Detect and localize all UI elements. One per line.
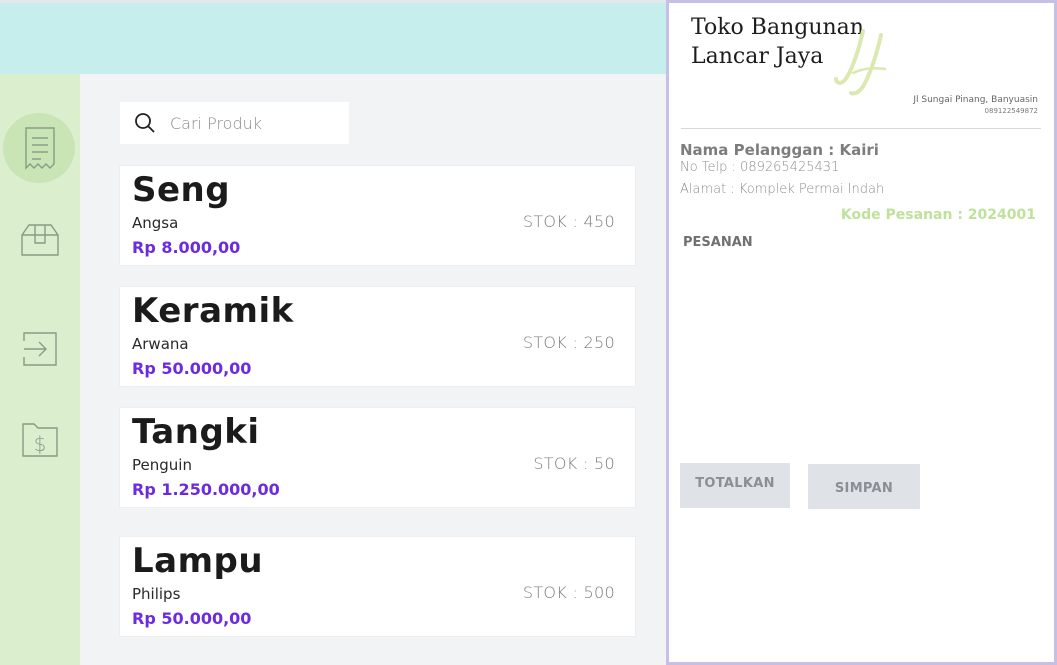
product-name: Lampu: [132, 541, 264, 581]
product-card-keramik[interactable]: Keramik Arwana Rp 50.000,00 STOK : 250: [119, 286, 636, 387]
login-icon: [23, 332, 57, 366]
product-name: Tangki: [132, 412, 260, 452]
product-stock: STOK : 500: [522, 583, 615, 602]
search-icon: [135, 113, 155, 133]
customer-phone: No Telp : 089265425431: [680, 160, 840, 175]
money-folder-icon: $: [22, 423, 58, 457]
customer-address: Alamat : Komplek Permai Indah: [680, 182, 885, 197]
product-stock: STOK : 250: [522, 333, 615, 352]
customer-name: Nama Pelanggan : Kairi: [680, 141, 879, 159]
box-icon: [21, 224, 59, 256]
product-brand: Arwana: [132, 335, 189, 353]
store-phone: 089122549872: [984, 107, 1038, 115]
product-price: Rp 1.250.000,00: [132, 480, 280, 499]
totalkan-button[interactable]: TOTALKAN: [680, 463, 790, 508]
nav-item-products[interactable]: [0, 204, 80, 276]
product-brand: Philips: [132, 585, 181, 603]
order-heading: PESANAN: [683, 235, 753, 250]
search-input[interactable]: [170, 113, 350, 133]
store-address: Jl Sungai Pinang, Banyuasin 089122549872: [913, 95, 1038, 117]
receipt-icon: [25, 127, 55, 170]
product-price: Rp 50.000,00: [132, 359, 252, 378]
product-brand: Angsa: [132, 214, 179, 232]
product-stock: STOK : 50: [533, 454, 615, 473]
product-price: Rp 8.000,00: [132, 238, 241, 257]
search-bar[interactable]: [120, 102, 350, 144]
product-card-lampu[interactable]: Lampu Philips Rp 50.000,00 STOK : 500: [119, 536, 636, 637]
store-address-text: Jl Sungai Pinang, Banyuasin: [913, 95, 1038, 105]
product-stock: STOK : 450: [522, 212, 615, 231]
receipt-divider: [681, 128, 1041, 129]
product-name: Seng: [132, 170, 231, 210]
sidebar: $: [0, 74, 80, 665]
product-card-seng[interactable]: Seng Angsa Rp 8.000,00 STOK : 450: [119, 165, 636, 266]
simpan-button[interactable]: SIMPAN: [808, 464, 920, 509]
product-card-tangki[interactable]: Tangki Penguin Rp 1.250.000,00 STOK : 50: [119, 407, 636, 508]
order-code: Kode Pesanan : 2024001: [840, 207, 1036, 223]
svg-text:$: $: [34, 432, 47, 456]
store-logo: [834, 29, 887, 96]
nav-item-orders[interactable]: [0, 112, 80, 184]
nav-item-login[interactable]: [0, 313, 80, 385]
product-brand: Penguin: [132, 456, 192, 474]
top-bar: [0, 0, 667, 74]
order-receipt: Toko Bangunan Lancar Jaya Jl Sungai Pina…: [666, 0, 1057, 665]
product-price: Rp 50.000,00: [132, 609, 252, 628]
product-panel: Seng Angsa Rp 8.000,00 STOK : 450 Kerami…: [80, 74, 667, 665]
product-name: Keramik: [132, 291, 294, 331]
nav-item-finance[interactable]: $: [0, 404, 80, 476]
